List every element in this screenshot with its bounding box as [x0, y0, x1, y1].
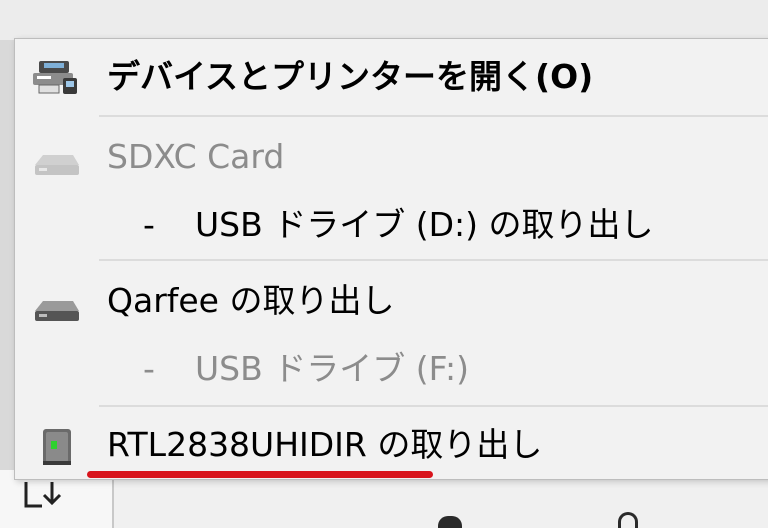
menu-item-label: Qarfee の取り出し: [107, 281, 395, 320]
menu-item-eject-usb-d[interactable]: - USB ドライブ (D:) の取り出し: [15, 203, 768, 253]
menu-separator: [99, 259, 768, 261]
menu-item-usb-f: - USB ドライブ (F:): [15, 347, 768, 397]
taskbar-app-icon[interactable]: [438, 516, 462, 528]
drive-icon: [35, 301, 79, 321]
menu-separator: [99, 405, 768, 407]
menu-item-dash: -: [143, 349, 155, 388]
menu-separator: [99, 115, 768, 117]
menu-item-open-devices-printers[interactable]: デバイスとプリンターを開く(O): [15, 53, 768, 103]
desktop-background: [0, 0, 768, 40]
menu-item-eject-rtl2838uhidir[interactable]: RTL2838UHIDIR の取り出し: [15, 423, 768, 473]
menu-item-label-row: - USB ドライブ (D:) の取り出し: [143, 203, 654, 247]
menu-item-eject-qarfee[interactable]: Qarfee の取り出し: [15, 279, 768, 329]
menu-item-label: RTL2838UHIDIR の取り出し: [107, 425, 543, 464]
menu-item-sdxc-card: SDXC Card: [15, 135, 768, 185]
drive-icon: [35, 155, 79, 175]
menu-item-label-row: - USB ドライブ (F:): [143, 347, 469, 391]
menu-item-label: SDXC Card: [107, 137, 285, 176]
context-menu: デバイスとプリンターを開く(O) SDXC Card - USB ドライブ (D:…: [14, 38, 768, 480]
menu-item-label: USB ドライブ (D:) の取り出し: [195, 205, 654, 244]
taskbar-download-icon[interactable]: [22, 478, 68, 518]
highlight-underline: [87, 471, 433, 478]
menu-item-label: USB ドライブ (F:): [195, 349, 470, 388]
menu-item-label: デバイスとプリンターを開く(O): [107, 57, 594, 96]
menu-icon-gutter: [15, 39, 99, 479]
menu-item-dash: -: [143, 205, 155, 244]
taskbar-app-icon-2[interactable]: [618, 512, 638, 528]
printer-device-icon: [33, 61, 77, 94]
usb-device-icon: [43, 429, 71, 465]
